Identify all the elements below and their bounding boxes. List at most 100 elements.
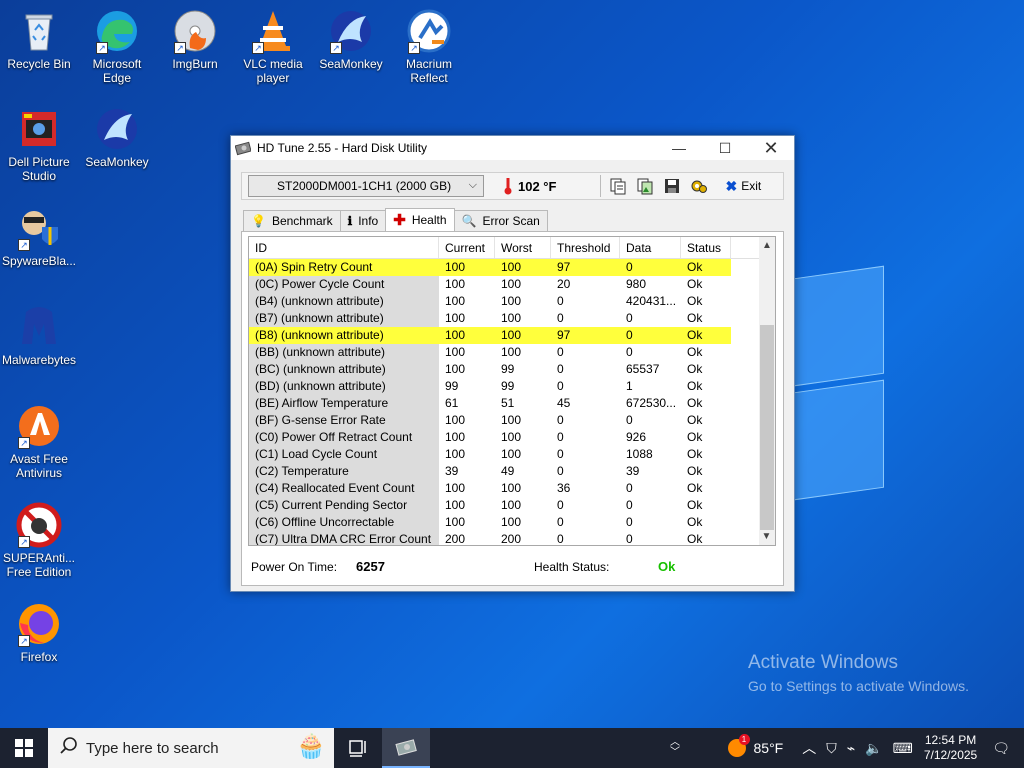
cell-current: 100 [439, 259, 495, 276]
icon-label: SpywareBla... [1, 254, 77, 268]
table-row[interactable]: (0A) Spin Retry Count 100 100 97 0 Ok [249, 259, 759, 276]
taskbar-search-box[interactable]: Type here to search 🧁 [48, 728, 334, 768]
volume-icon[interactable]: 🔈 [865, 740, 882, 757]
tab-info[interactable]: ℹ Info [339, 210, 387, 231]
taskbar-scroll-arrows[interactable]: ︿ ﹀ [668, 728, 682, 768]
cell-worst: 100 [495, 327, 551, 344]
table-row[interactable]: (C7) Ultra DMA CRC Error Count 200 200 0 0 Ok [249, 531, 759, 546]
table-row[interactable]: (C0) Power Off Retract Count 100 100 0 926 Ok [249, 429, 759, 446]
desktop-icon-malwarebytes[interactable]: Malwarebytes [0, 304, 78, 367]
desktop-icon-avast[interactable]: ↗ Avast Free Antivirus [0, 403, 78, 480]
desktop-icon-firefox[interactable]: ↗ Firefox [0, 601, 78, 664]
table-row[interactable]: (C2) Temperature 39 49 0 39 Ok [249, 463, 759, 480]
start-button[interactable] [0, 728, 48, 768]
show-hidden-icons-chevron-icon[interactable]: ︿ [802, 738, 816, 758]
desktop-icon-recycle-bin[interactable]: Recycle Bin [0, 8, 78, 71]
taskbar-hdtune-button[interactable] [382, 728, 430, 768]
cell-status: Ok [687, 498, 703, 512]
tab-label: Health [411, 213, 447, 227]
exit-button[interactable]: ✖ Exit [725, 178, 761, 195]
copy-screenshot-button[interactable] [634, 176, 656, 196]
maximize-button[interactable]: ☐ [702, 136, 748, 160]
tab-label: Info [358, 214, 379, 228]
column-header-threshold[interactable]: Threshold [551, 237, 620, 258]
cell-status: Ok [681, 259, 731, 276]
desktop-icon-edge[interactable]: ↗ Microsoft Edge [78, 8, 156, 85]
cell-data: 926 [626, 430, 647, 444]
chevron-down-icon: ⌵ [468, 179, 477, 191]
desktop-icon-dell-picture-studio[interactable]: Dell Picture Studio [0, 106, 78, 183]
desktop-icon-seamonkey[interactable]: ↗ SeaMonkey [312, 8, 390, 71]
table-row[interactable]: (BE) Airflow Temperature 61 51 45 672530... O… [249, 395, 759, 412]
table-row[interactable]: (0C) Power Cycle Count 100 100 20 980 Ok [249, 276, 759, 293]
desktop-icon-superantispyware[interactable]: ↗ SUPERAnti... Free Edition [0, 502, 78, 579]
column-header-current[interactable]: Current [439, 237, 495, 258]
toolbar-separator [600, 175, 602, 197]
cell-current: 200 [445, 532, 466, 546]
table-row[interactable]: (B4) (unknown attribute) 100 100 0 420431...… [249, 293, 759, 310]
cell-id: (C4) Reallocated Event Count [249, 480, 439, 497]
desktop-icon-macrium[interactable]: ↗ Macrium Reflect [390, 8, 468, 85]
table-row[interactable]: (C5) Current Pending Sector 100 100 0 0 Ok [249, 497, 759, 514]
table-row[interactable]: (BB) (unknown attribute) 100 100 0 0 Ok [249, 344, 759, 361]
chevron-down-icon[interactable]: ﹀ [670, 748, 680, 758]
table-row[interactable]: (B7) (unknown attribute) 100 100 0 0 Ok [249, 310, 759, 327]
column-header-worst[interactable]: Worst [495, 237, 551, 258]
smart-attributes-table[interactable]: ID Current Worst Threshold Data Status (… [248, 236, 760, 546]
cell-id: (B4) (unknown attribute) [249, 293, 439, 310]
tab-error-scan[interactable]: 🔍 Error Scan [453, 210, 548, 231]
health-status-label: Health Status: [534, 560, 610, 574]
table-row[interactable]: (C1) Load Cycle Count 100 100 0 1088 Ok [249, 446, 759, 463]
cell-worst: 100 [501, 498, 522, 512]
cell-current: 99 [445, 379, 459, 393]
minimize-button[interactable]: — [656, 136, 702, 160]
cell-current: 39 [445, 464, 459, 478]
cell-data: 1088 [626, 447, 653, 461]
table-row[interactable]: (BC) (unknown attribute) 100 99 0 65537 Ok [249, 361, 759, 378]
weather-widget[interactable]: 85°F [727, 734, 783, 757]
column-header-id[interactable]: ID [249, 237, 439, 258]
tab-benchmark[interactable]: 💡 Benchmark [243, 210, 341, 231]
table-row[interactable]: (C6) Offline Uncorrectable 100 100 0 0 Ok [249, 514, 759, 531]
cell-id: (C2) Temperature [249, 463, 439, 480]
scroll-up-arrow-icon[interactable]: ▲ [759, 237, 775, 254]
tab-health[interactable]: ✚ Health [385, 208, 455, 231]
cell-worst: 100 [501, 277, 522, 291]
cell-id: (BC) (unknown attribute) [249, 361, 439, 378]
toolbar: ST2000DM001-1CH1 (2000 GB) ⌵ 102 °F ✖ Ex… [241, 172, 784, 200]
input-indicator-icon[interactable]: ⌨ [893, 740, 913, 757]
close-button[interactable]: ✕ [748, 136, 794, 160]
edge-icon: ↗ [94, 8, 140, 54]
window-titlebar[interactable]: HD Tune 2.55 - Hard Disk Utility — ☐ ✕ [231, 136, 794, 160]
macrium-icon: ↗ [406, 8, 452, 54]
search-placeholder: Type here to search [86, 739, 219, 757]
cell-worst: 100 [501, 345, 522, 359]
drive-select[interactable]: ST2000DM001-1CH1 (2000 GB) ⌵ [248, 175, 484, 197]
cell-worst: 100 [501, 481, 522, 495]
network-icon[interactable]: ⌁ [847, 740, 855, 757]
table-row[interactable]: (BF) G-sense Error Rate 100 100 0 0 Ok [249, 412, 759, 429]
notifications-icon[interactable]: 🗨 [992, 740, 1010, 757]
column-header-status[interactable]: Status [681, 237, 731, 258]
scroll-down-arrow-icon[interactable]: ▼ [759, 528, 774, 545]
table-row[interactable]: (C4) Reallocated Event Count 100 100 36 0 Ok [249, 480, 759, 497]
vertical-scrollbar[interactable]: ▲ ▼ [759, 236, 776, 546]
save-button[interactable] [661, 176, 683, 196]
copy-text-button[interactable] [607, 176, 629, 196]
column-header-data[interactable]: Data [620, 237, 681, 258]
desktop-icon-seamonkey-2[interactable]: SeaMonkey [78, 106, 156, 169]
cell-status: Ok [687, 515, 703, 529]
seamonkey-icon [94, 106, 140, 152]
table-row[interactable]: (BD) (unknown attribute) 99 99 0 1 Ok [249, 378, 759, 395]
desktop-icon-imgburn[interactable]: ↗ ImgBurn [156, 8, 234, 71]
scrollbar-thumb[interactable] [760, 325, 774, 530]
security-icon[interactable]: ⛉ [826, 740, 837, 757]
desktop-icon-vlc[interactable]: ↗ VLC media player [234, 8, 312, 85]
table-row[interactable]: (B8) (unknown attribute) 100 100 97 0 Ok [249, 327, 759, 344]
cell-status: Ok [687, 294, 703, 308]
desktop-icon-spywareblaster[interactable]: ↗ SpywareBla... [0, 205, 78, 268]
options-button[interactable] [688, 176, 710, 196]
clock[interactable]: 12:54 PM 7/12/2025 [924, 733, 977, 763]
task-view-button[interactable] [334, 728, 382, 768]
cell-current: 100 [445, 294, 466, 308]
